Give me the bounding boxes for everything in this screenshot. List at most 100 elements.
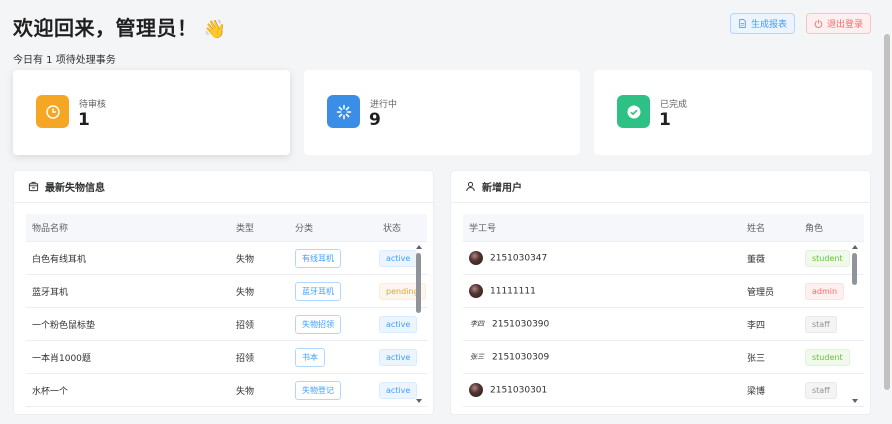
stat-value: 1 xyxy=(78,110,90,130)
category-tag: 失物登记 xyxy=(295,380,341,400)
dashboard-page: 欢迎回来，管理员！ 👋 今日有 1 项待处理事务 生成报表 退出登录 待审核 1 … xyxy=(0,0,892,424)
generate-report-label: 生成报表 xyxy=(750,20,787,30)
column-header: 状态 xyxy=(383,224,402,234)
page-scroll-thumb[interactable] xyxy=(884,34,890,390)
user-name: 张三 xyxy=(747,353,766,364)
stat-label: 进行中 xyxy=(370,100,398,110)
stat-label: 已完成 xyxy=(660,100,688,110)
table-row[interactable]: 一个粉色鼠标垫 招领 失物招领 active xyxy=(26,308,427,341)
user-name: 梁博 xyxy=(747,386,766,397)
clock-icon xyxy=(36,95,69,128)
item-name: 一本肖1000题 xyxy=(32,353,91,364)
pending-summary: 今日有 1 项待处理事务 xyxy=(13,55,116,66)
category-tag: 有线耳机 xyxy=(295,248,341,268)
scroll-up-icon[interactable] xyxy=(852,245,858,249)
stat-value: 1 xyxy=(659,110,671,130)
user-name: 管理员 xyxy=(747,287,775,298)
user-id: 2151030301 xyxy=(490,385,548,396)
item-type: 失物 xyxy=(236,386,255,397)
avatar xyxy=(469,383,483,397)
user-id: 11111111 xyxy=(490,286,536,297)
category-tag: 蓝牙耳机 xyxy=(295,281,341,301)
item-name: 蓝牙耳机 xyxy=(32,287,69,298)
item-type: 失物 xyxy=(236,254,255,265)
new-users-scrollbar[interactable] xyxy=(852,245,858,403)
avatar xyxy=(469,284,483,298)
user-icon xyxy=(466,181,475,192)
scroll-thumb[interactable] xyxy=(416,253,421,313)
item-type: 招领 xyxy=(236,320,255,331)
lost-items-table: 物品名称 类型 分类 状态 白色有线耳机 失物 有线耳机 active 蓝牙耳机… xyxy=(26,214,427,408)
stat-card-completed[interactable]: 已完成 1 xyxy=(594,70,872,155)
signature-avatar: 张三 xyxy=(469,350,485,364)
table-row[interactable]: 11111111 管理员 admin xyxy=(463,275,864,308)
status-badge: active xyxy=(379,249,418,267)
stat-card-in-progress[interactable]: 进行中 9 xyxy=(304,70,580,155)
role-badge: staff xyxy=(805,315,837,333)
lost-items-scrollbar[interactable] xyxy=(416,245,422,403)
wave-icon: 👋 xyxy=(203,19,227,40)
box-icon xyxy=(28,181,39,192)
page-scrollbar[interactable] xyxy=(883,34,891,390)
category-tag: 书本 xyxy=(295,347,325,367)
new-users-panel: 新增用户 学工号 姓名 角色 2151030347 董薇 student 111… xyxy=(450,170,871,415)
role-badge: staff xyxy=(805,381,837,399)
scroll-down-icon[interactable] xyxy=(416,399,422,403)
scroll-up-icon[interactable] xyxy=(416,245,422,249)
table-header: 学工号 姓名 角色 xyxy=(463,214,864,242)
scroll-down-icon[interactable] xyxy=(852,399,858,403)
table-row[interactable]: 2151030301 梁博 staff xyxy=(463,374,864,407)
power-icon xyxy=(814,19,823,28)
stat-value: 9 xyxy=(369,110,381,130)
user-name: 董薇 xyxy=(747,254,766,265)
avatar xyxy=(469,251,483,265)
lost-items-title: 最新失物信息 xyxy=(45,183,105,194)
status-badge: active xyxy=(379,381,418,399)
status-badge: active xyxy=(379,348,418,366)
document-icon xyxy=(739,19,746,28)
generate-report-button[interactable]: 生成报表 xyxy=(730,13,795,34)
table-row[interactable]: 白色有线耳机 失物 有线耳机 active xyxy=(26,242,427,275)
stat-label: 待审核 xyxy=(79,100,107,110)
role-badge: admin xyxy=(805,282,845,300)
column-header: 姓名 xyxy=(747,224,766,234)
table-row[interactable]: 水杯一个 失物 失物登记 active xyxy=(26,374,427,407)
table-row[interactable]: 2151030347 董薇 student xyxy=(463,242,864,275)
loading-icon xyxy=(327,95,360,128)
column-header: 角色 xyxy=(805,224,824,234)
column-header: 学工号 xyxy=(469,224,497,234)
table-row[interactable]: 李四 2151030390 李四 staff xyxy=(463,308,864,341)
item-name: 白色有线耳机 xyxy=(32,254,87,265)
column-header: 分类 xyxy=(295,224,314,234)
user-name: 李四 xyxy=(747,320,766,331)
table-header: 物品名称 类型 分类 状态 xyxy=(26,214,427,242)
table-row[interactable]: 一本肖1000题 招领 书本 active xyxy=(26,341,427,374)
lost-items-panel: 最新失物信息 物品名称 类型 分类 状态 白色有线耳机 失物 有线耳机 acti… xyxy=(13,170,434,415)
table-row[interactable]: 蓝牙耳机 失物 蓝牙耳机 pending xyxy=(26,275,427,308)
logout-label: 退出登录 xyxy=(826,20,863,30)
role-badge: student xyxy=(805,249,850,267)
lost-items-header: 最新失物信息 xyxy=(14,171,433,203)
new-users-table: 学工号 姓名 角色 2151030347 董薇 student 11111111… xyxy=(463,214,864,408)
check-circle-icon xyxy=(617,95,650,128)
item-type: 失物 xyxy=(236,287,255,298)
user-id: 2151030309 xyxy=(492,352,550,363)
signature-avatar: 李四 xyxy=(469,317,485,331)
welcome-text: 欢迎回来，管理员！ xyxy=(13,16,198,40)
column-header: 物品名称 xyxy=(32,224,69,234)
category-tag: 失物招领 xyxy=(295,314,341,334)
new-users-title: 新增用户 xyxy=(482,183,522,194)
item-name: 水杯一个 xyxy=(32,386,69,397)
stat-card-pending[interactable]: 待审核 1 xyxy=(13,70,290,155)
logout-button[interactable]: 退出登录 xyxy=(806,13,871,34)
user-id: 2151030390 xyxy=(492,319,550,330)
column-header: 类型 xyxy=(236,224,255,234)
item-type: 招领 xyxy=(236,353,255,364)
user-id: 2151030347 xyxy=(490,253,548,264)
role-badge: student xyxy=(805,348,850,366)
status-badge: active xyxy=(379,315,418,333)
new-users-header: 新增用户 xyxy=(451,171,870,203)
scroll-thumb[interactable] xyxy=(852,253,857,285)
table-row[interactable]: 张三 2151030309 张三 student xyxy=(463,341,864,374)
item-name: 一个粉色鼠标垫 xyxy=(32,320,96,331)
